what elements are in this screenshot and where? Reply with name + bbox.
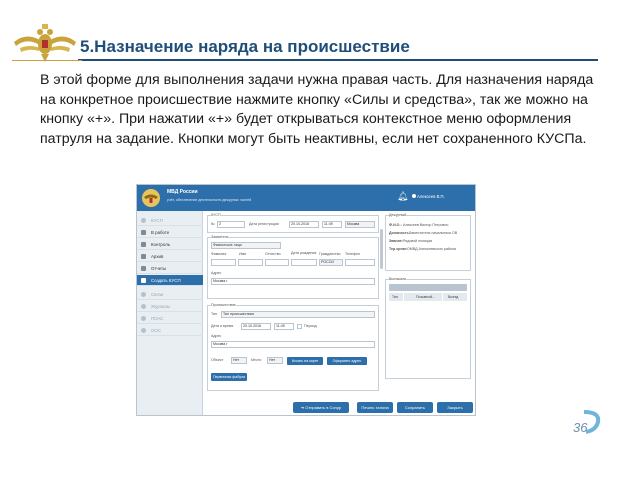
- kusp-group-label: КУСП: [211, 213, 221, 217]
- birth-date-field[interactable]: [291, 259, 317, 266]
- print-button[interactable]: Печать талона: [357, 402, 393, 413]
- dispatched-group-label: Выезжали: [389, 277, 407, 281]
- incident-type-label: Тип: [211, 312, 217, 316]
- incident-address-label: Адрес: [211, 334, 222, 338]
- page-number: 36: [573, 420, 588, 435]
- user-name[interactable]: Алексеев В.П.: [417, 194, 445, 199]
- address-field[interactable]: Москва г: [211, 278, 375, 285]
- reg-time-field[interactable]: 11:49: [322, 221, 342, 228]
- patronymic-label: Отчество: [265, 252, 281, 256]
- check-icon: [141, 230, 146, 235]
- fio-label: Ф.И.О.:: [389, 223, 402, 227]
- sidebar-item-kusp[interactable]: КУСП: [137, 215, 203, 226]
- surname-label: Фамилия: [211, 252, 227, 256]
- bell-icon[interactable]: 🔔︎: [397, 191, 408, 202]
- slide-body-text: В этой форме для выполнения задачи нужна…: [40, 72, 594, 147]
- kusp-form: КУСП № 2 Дата регистрации 20.10.2016 11:…: [207, 213, 383, 409]
- user-icon: [412, 194, 416, 198]
- sidebar: КУСП В работе Контроль Архив Отчеты Созд…: [137, 211, 203, 415]
- duty-group-label: Дежурный: [389, 213, 407, 217]
- position-label: Должность:: [389, 231, 411, 235]
- citizenship-select[interactable]: РОССИ: [319, 259, 343, 266]
- phone-label: Телефон: [345, 252, 360, 256]
- organ-value: ОМВД Алексеевского района: [407, 247, 456, 251]
- journal-icon: [141, 304, 146, 309]
- col-departure[interactable]: Выезд: [443, 293, 467, 301]
- close-button[interactable]: Закрыть: [437, 402, 473, 413]
- incident-address-field[interactable]: Москва г: [211, 341, 375, 348]
- object-label: Объект: [211, 358, 224, 362]
- plus-icon: [141, 278, 146, 283]
- document-icon: [141, 266, 146, 271]
- archive-icon: [141, 254, 146, 259]
- double-headed-eagle-emblem-icon: [14, 24, 76, 62]
- forces-toolbar[interactable]: [389, 284, 467, 291]
- applicant-type-select[interactable]: Физическое лицо: [211, 242, 281, 249]
- incident-date-field[interactable]: 20.10.2016: [241, 323, 271, 330]
- title-divider: [78, 59, 598, 61]
- search-on-map-button[interactable]: Искать на карте: [287, 357, 323, 365]
- incident-group-label: Происшествие: [211, 303, 236, 307]
- sidebar-item-control[interactable]: Контроль: [137, 239, 203, 250]
- period-label: Период: [304, 324, 317, 328]
- sidebar-item-in-progress[interactable]: В работе: [137, 227, 203, 238]
- primary-fabula-button[interactable]: Первичная фабула: [211, 373, 247, 381]
- first-name-label: Имя: [239, 252, 246, 256]
- place-label: Место: [251, 358, 262, 362]
- sidebar-item-poas[interactable]: ПОАС: [137, 313, 203, 324]
- mvd-logo-icon: [142, 189, 160, 207]
- save-button[interactable]: Сохранить: [397, 402, 433, 413]
- number-label: №: [211, 222, 215, 226]
- app-screenshot: МВД России учёт, обеспечение деятельност…: [136, 184, 476, 416]
- incident-datetime-label: Дата и время: [211, 324, 234, 328]
- address-label: Адрес: [211, 271, 222, 275]
- patronymic-field[interactable]: [265, 259, 289, 266]
- kusp-icon: [141, 218, 146, 223]
- links-icon: [141, 292, 146, 297]
- first-name-field[interactable]: [238, 259, 263, 266]
- birth-date-label: Дата рождения: [291, 251, 317, 255]
- send-button[interactable]: ➜ Отправить в Сопрр: [293, 402, 349, 413]
- sidebar-item-links[interactable]: Связи: [137, 289, 203, 300]
- oos-icon: [141, 328, 146, 333]
- action-bar: ➜ Отправить в Сопрр Печать талона Сохран…: [203, 399, 475, 415]
- title-accent-line: [12, 60, 82, 61]
- col-type[interactable]: Тип: [389, 293, 403, 301]
- app-name: МВД России: [167, 189, 198, 195]
- phone-field[interactable]: [345, 259, 375, 266]
- poas-icon: [141, 316, 146, 321]
- sidebar-item-reports[interactable]: Отчеты: [137, 263, 203, 274]
- fio-value: Алексеев Виктор Петрович: [403, 223, 449, 227]
- rank-value: Рядовой полиции: [403, 239, 433, 243]
- control-icon: [141, 242, 146, 247]
- slide-title: 5.Назначение наряда на происшествие: [80, 37, 410, 56]
- applicant-group-label: Заявитель: [211, 235, 229, 239]
- app-subtitle: учёт, обеспечение деятельности дежурных …: [167, 198, 252, 202]
- incident-time-field[interactable]: 11:49: [274, 323, 294, 330]
- period-checkbox[interactable]: [297, 324, 302, 329]
- kusp-number-field[interactable]: 2: [217, 221, 245, 228]
- sidebar-item-journals[interactable]: Журналы: [137, 301, 203, 312]
- reg-place-select[interactable]: Москва: [345, 221, 375, 228]
- surname-field[interactable]: [211, 259, 236, 266]
- rank-label: Звание:: [389, 239, 403, 243]
- reg-date-label: Дата регистрации: [249, 222, 279, 226]
- right-panel: Дежурный Ф.И.О.: Алексеев Виктор Петрови…: [385, 213, 473, 383]
- col-callsign[interactable]: Позывной...: [404, 293, 442, 301]
- position-value: Заместитель начальника ОВ: [409, 231, 458, 235]
- incident-type-select[interactable]: Тип происшествия: [221, 311, 375, 318]
- sidebar-item-oos[interactable]: ООС: [137, 325, 203, 336]
- reg-date-field[interactable]: 20.10.2016: [289, 221, 319, 228]
- form-address-button[interactable]: Оформить адрес: [327, 357, 367, 365]
- citizenship-label: Гражданство: [319, 252, 341, 256]
- organ-label: Тер.орган:: [389, 247, 408, 251]
- sidebar-item-create-kusp[interactable]: Создать КУСП: [137, 275, 203, 286]
- object-select[interactable]: Нет: [231, 357, 247, 364]
- place-select[interactable]: Нет: [267, 357, 283, 364]
- form-scrollbar[interactable]: [380, 229, 383, 269]
- app-header: МВД России учёт, обеспечение деятельност…: [137, 185, 475, 211]
- sidebar-item-archive[interactable]: Архив: [137, 251, 203, 262]
